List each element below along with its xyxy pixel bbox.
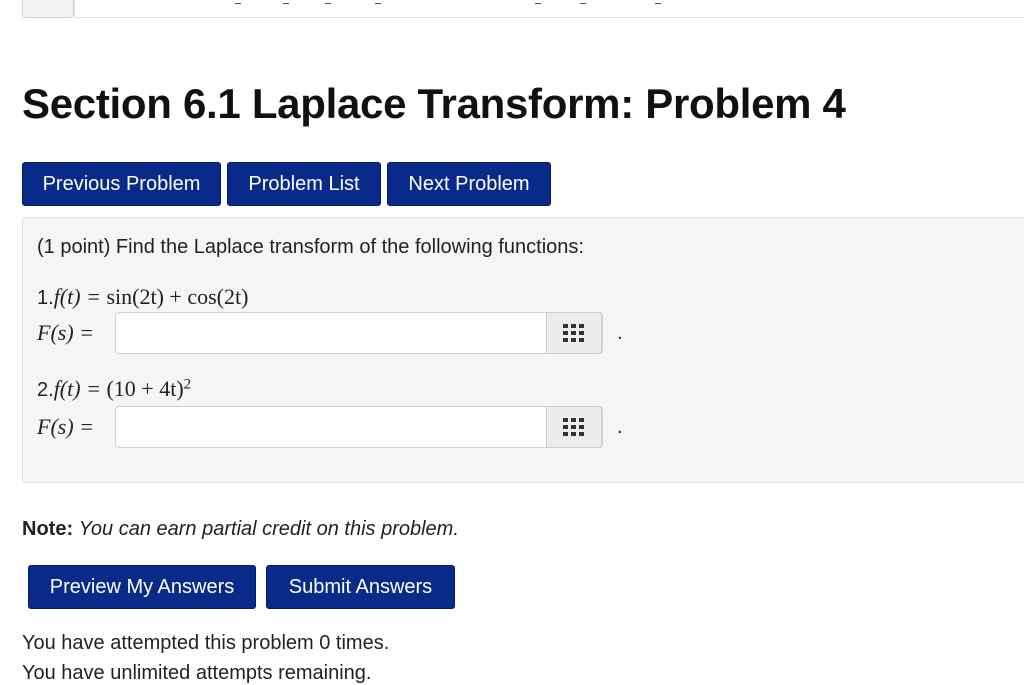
submit-answers-button[interactable]: Submit Answers [266,565,455,609]
top-strip [0,0,1024,20]
attempts-status: You have attempted this problem 0 times. [22,632,390,654]
problem-list-button[interactable]: Problem List [227,162,381,206]
item-rhs: (10 + 4t) [106,376,184,401]
tick-mark [283,0,289,4]
tick-mark [235,0,241,4]
preview-answers-button[interactable]: Preview My Answers [28,565,256,609]
answer-label-2: F(s) = [37,414,94,439]
note-label: Note: [22,518,74,540]
tick-mark [655,0,661,4]
tick-mark [325,0,331,4]
problem-prompt: (1 point) Find the Laplace transform of … [37,236,584,258]
item-number: 1. [37,287,54,309]
tick-mark [580,0,586,4]
item-lhs: f(t) = [53,376,101,401]
previous-problem-button[interactable]: Previous Problem [22,162,221,206]
attempts-remaining: You have unlimited attempts remaining. [22,662,372,684]
answer-input-1[interactable] [115,312,603,354]
tick-mark [375,0,381,4]
grid-icon [563,418,584,436]
answer-input-2[interactable] [115,406,603,448]
equation-editor-button-1[interactable] [546,312,602,354]
answer-label-1: F(s) = [37,320,94,345]
answer-period-2: . [617,416,623,438]
problem-item-1: 1.f(t) = sin(2t) + cos(2t) [37,284,248,310]
top-rule [74,0,1024,18]
page-title: Section 6.1 Laplace Transform: Problem 4 [22,80,846,127]
answer-period-1: . [617,322,623,344]
top-tab-cropped[interactable] [22,0,74,18]
tick-mark [535,0,541,4]
next-problem-button[interactable]: Next Problem [387,162,551,206]
problem-item-2: 2.f(t) = (10 + 4t)2 [37,376,191,402]
item-lhs: f(t) = [53,284,101,309]
problem-box: (1 point) Find the Laplace transform of … [22,217,1024,483]
grid-icon [563,324,584,342]
partial-credit-note: Note: You can earn partial credit on thi… [22,518,459,541]
note-text: You can earn partial credit on this prob… [78,518,459,540]
item-rhs-exponent: 2 [183,376,192,393]
item-number: 2. [37,379,54,401]
item-rhs: sin(2t) + cos(2t) [106,284,249,309]
equation-editor-button-2[interactable] [546,406,602,448]
